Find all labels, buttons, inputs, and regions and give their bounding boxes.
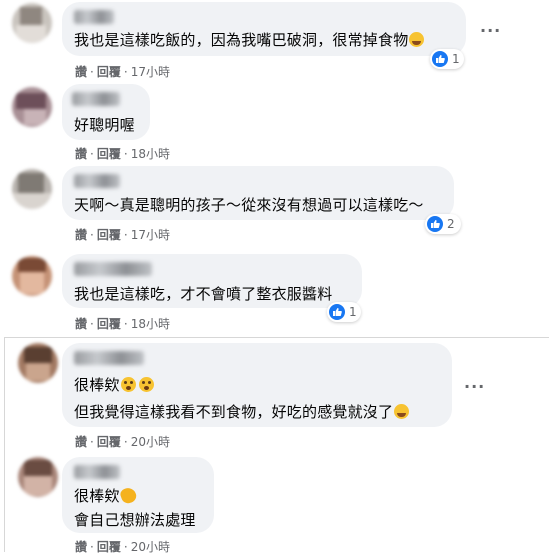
comment-text: 天啊～真是聰明的孩子～從來沒有想過可以這樣吃～ [74,196,424,214]
like-icon [329,304,345,320]
reaction-count: 1 [349,305,357,319]
avatar[interactable] [12,87,52,127]
comment-bubble: 很棒欸 會自己想辦法處理 [62,457,214,533]
like-link[interactable]: 讚 [75,435,87,449]
reaction-badge[interactable]: 1 [430,49,464,69]
timestamp[interactable]: 17小時 [131,228,170,242]
like-link[interactable]: 讚 [75,65,87,79]
avatar[interactable] [18,457,58,497]
comment-bubble: 很棒欸 但我覺得這樣我看不到食物，好吃的感覺就沒了 [62,343,452,427]
reaction-badge[interactable]: 2 [425,214,461,234]
reaction-count: 1 [452,52,460,66]
timestamp[interactable]: 17小時 [131,65,170,79]
comment-text: 但我覺得這樣我看不到食物，好吃的感覺就沒了 [74,401,410,422]
author-name[interactable] [74,262,152,276]
like-link[interactable]: 讚 [75,147,87,161]
reply-link[interactable]: 回覆 [97,435,121,449]
author-name[interactable] [74,465,120,479]
comment-meta: 讚 · 回覆 · 20小時 [75,435,170,449]
more-options-icon[interactable]: ··· [480,21,501,40]
avatar[interactable] [12,256,52,296]
comment-text: 會自己想辦法處理 [74,511,196,529]
author-name[interactable] [74,10,114,24]
reaction-count: 2 [447,217,455,231]
comment-text: 我也是這樣吃，才不會噴了整衣服醬料 [74,285,333,303]
reply-link[interactable]: 回覆 [97,65,121,79]
reaction-badge[interactable]: 1 [327,302,361,322]
comment-meta: 讚 · 回覆 · 18小時 [75,317,170,331]
avatar[interactable] [18,343,58,383]
like-link[interactable]: 讚 [75,317,87,331]
like-link[interactable]: 讚 [75,228,87,242]
comment-bubble: 好聰明喔 [62,84,150,140]
author-name[interactable] [74,351,144,365]
avatar[interactable] [12,169,52,209]
author-name[interactable] [74,174,120,188]
comment-meta: 讚 · 回覆 · 17小時 [75,65,170,79]
like-icon [432,51,448,67]
reply-link[interactable]: 回覆 [97,317,121,331]
timestamp[interactable]: 18小時 [131,317,170,331]
timestamp[interactable]: 18小時 [131,147,170,161]
like-icon [427,216,443,232]
comment-text: 很棒欸 [74,485,138,506]
comment-meta: 讚 · 回覆 · 18小時 [75,147,170,161]
flushed-face-emoji-icon [138,377,154,392]
avatar[interactable] [12,3,52,43]
laugh-tear-emoji-icon [394,404,410,419]
comment-bubble: 天啊～真是聰明的孩子～從來沒有想過可以這樣吃～ [62,166,454,220]
more-options-icon[interactable]: ··· [464,377,485,396]
reply-link[interactable]: 回覆 [97,147,121,161]
comment-meta: 讚 · 回覆 · 17小時 [75,228,170,242]
comment-text: 好聰明喔 [74,116,135,134]
comment-bubble: 我也是這樣吃飯的，因為我嘴巴破洞，很常掉食物 [62,2,466,56]
flushed-face-emoji-icon [120,377,136,392]
comment-text: 我也是這樣吃飯的，因為我嘴巴破洞，很常掉食物 [74,29,425,50]
laugh-tear-emoji-icon [409,32,425,47]
comment-text: 很棒欸 [74,374,154,395]
reply-link[interactable]: 回覆 [97,228,121,242]
author-name[interactable] [72,92,120,106]
comment-bubble: 我也是這樣吃，才不會噴了整衣服醬料 [62,254,362,308]
clapping-hands-emoji-icon [118,485,138,506]
timestamp[interactable]: 20小時 [131,435,170,449]
comment-meta: 讚 · 回覆 · 20小時 [75,540,170,554]
